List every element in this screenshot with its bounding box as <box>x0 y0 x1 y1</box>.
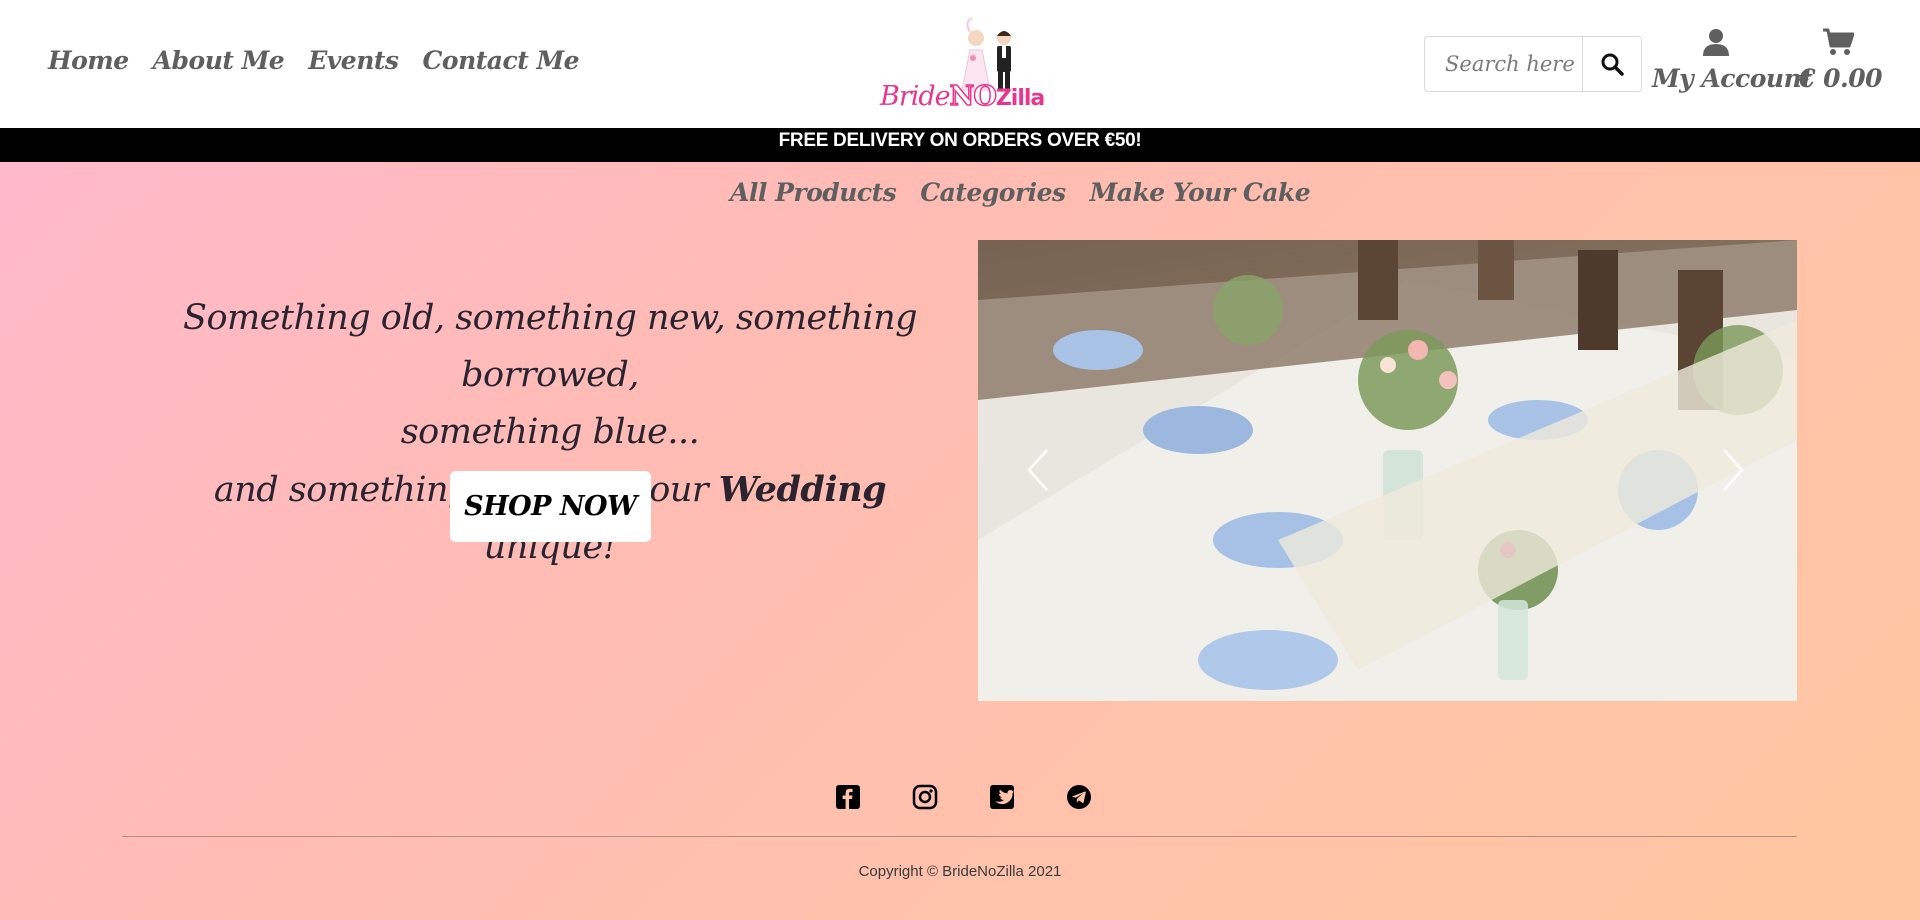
site-logo[interactable]: BrideNOZilla <box>876 12 1045 116</box>
instagram-icon <box>912 784 938 810</box>
logo-text-no: NO <box>949 80 998 113</box>
nav-events-link[interactable]: Events <box>308 46 399 75</box>
search-input[interactable] <box>1425 37 1582 91</box>
hero-line-1: Something old, something new, something … <box>182 298 918 395</box>
nav-home-link[interactable]: Home <box>48 46 129 75</box>
chevron-left-icon <box>1027 449 1048 491</box>
social-links <box>830 779 1097 815</box>
hero-carousel[interactable] <box>978 240 1797 701</box>
copyright-text: Copyright © BrideNoZilla 2021 <box>858 863 1062 880</box>
search-icon <box>1601 53 1624 76</box>
cart-total: € 0.00 <box>1798 64 1883 93</box>
shopping-cart-icon <box>1823 28 1855 55</box>
carousel-next-button[interactable] <box>1703 440 1763 500</box>
user-icon <box>1703 29 1729 56</box>
footer-divider <box>122 836 1797 837</box>
logo-text-bride: Bride <box>880 81 951 112</box>
search-button[interactable] <box>1582 37 1641 91</box>
carousel-wedding-table-image <box>978 240 1797 701</box>
hero-line-2: something blue... <box>400 412 700 452</box>
logo-text-zilla: Zilla <box>995 86 1045 111</box>
site-header: Home About Me Events Contact Me BrideNOZ… <box>0 0 1920 128</box>
nav-make-your-cake-link[interactable]: Make Your Cake <box>1090 178 1311 207</box>
nav-all-products-link[interactable]: All Products <box>730 178 897 207</box>
telegram-icon <box>1067 785 1091 809</box>
my-account-link[interactable]: My Account <box>1652 28 1813 93</box>
shop-now-button[interactable]: SHOP NOW <box>450 471 651 542</box>
main-content: All Products Categories Make Your Cake S… <box>0 162 1920 920</box>
main-nav: Home About Me Events Contact Me <box>48 46 580 75</box>
nav-categories-link[interactable]: Categories <box>920 178 1066 207</box>
delivery-banner: FREE DELIVERY ON ORDERS OVER €50! <box>0 128 1920 162</box>
carousel-prev-button[interactable] <box>1008 440 1068 500</box>
nav-contact-link[interactable]: Contact Me <box>423 46 580 75</box>
twitter-icon <box>990 785 1014 809</box>
nav-about-link[interactable]: About Me <box>153 46 285 75</box>
logo-text: BrideNOZilla <box>880 80 1045 113</box>
facebook-icon <box>836 785 860 809</box>
chevron-right-icon <box>1723 449 1744 491</box>
instagram-link[interactable] <box>907 779 943 815</box>
twitter-link[interactable] <box>984 779 1020 815</box>
facebook-link[interactable] <box>830 779 866 815</box>
my-account-label: My Account <box>1652 64 1813 93</box>
hero-emphasis: Wedding <box>718 469 887 510</box>
telegram-link[interactable] <box>1061 779 1097 815</box>
product-nav: All Products Categories Make Your Cake <box>730 178 1311 207</box>
search-form <box>1424 36 1642 92</box>
cart-link[interactable]: € 0.00 <box>1798 28 1883 93</box>
